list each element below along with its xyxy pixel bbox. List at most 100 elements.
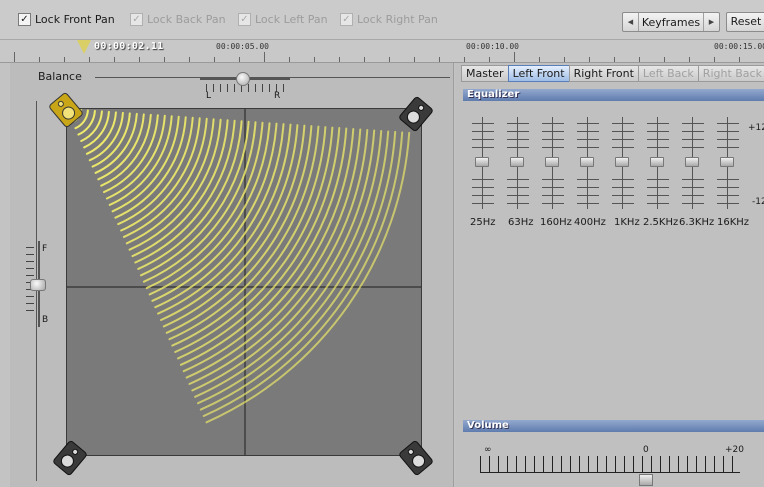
ruler-tick [89,57,90,62]
surround-field[interactable] [66,108,422,456]
ruler-tick [239,57,240,62]
eq-grid-line [542,147,564,148]
tab-left-front[interactable]: Left Front [507,65,570,82]
lock-left-pan-label: Lock Left Pan [255,13,328,26]
front-back-slider[interactable]: F B [26,241,56,331]
back-right-speaker-icon[interactable] [398,440,434,476]
eq-grid-line [647,147,669,148]
lock-back-pan-label: Lock Back Pan [147,13,226,26]
ruler-label-10s: 00:00:10.00 [466,42,519,51]
lock-front-pan-checkbox[interactable]: ✓ Lock Front Pan [18,13,115,26]
eq-band-slider[interactable] [647,117,669,209]
reset-button[interactable]: Reset [726,12,764,32]
lock-left-pan-checkbox[interactable]: ✓ Lock Left Pan [238,13,328,26]
ruler-tick [264,52,265,62]
tab-master[interactable]: Master [461,65,509,82]
ruler-tick [589,57,590,62]
balance-thumb[interactable] [236,72,250,86]
eq-band-label: 1KHz [614,217,640,228]
ruler-tick [14,52,15,62]
sound-wave-arcs [71,109,411,424]
tab-right-front[interactable]: Right Front [568,65,639,82]
volume-header: Volume [463,420,764,432]
eq-grid-line [682,131,704,132]
eq-band-slider[interactable] [542,117,564,209]
keyframes-label[interactable]: Keyframes [639,16,703,29]
equalizer-header: Equalizer [463,89,764,101]
eq-band-thumb[interactable] [650,157,664,167]
eq-scale-bottom: -12 [752,197,764,207]
eq-band-slider[interactable] [472,117,494,209]
ruler-tick [289,57,290,62]
timeline-ruler[interactable]: 00:00:05.00 00:00:10.00 00:00:15.00 00:0… [0,40,764,63]
sound-wave-arc [134,119,236,264]
eq-grid-line [647,179,669,180]
eq-grid-line [612,179,634,180]
eq-band-thumb[interactable] [545,157,559,167]
ruler-tick [514,52,515,62]
eq-band-slider[interactable] [717,117,739,209]
eq-grid-line [577,203,599,204]
ruler-tick [464,57,465,62]
front-label: F [42,244,48,254]
eq-band-thumb[interactable] [510,157,524,167]
ruler-label-5s: 00:00:05.00 [216,42,269,51]
surround-field-graphic [67,109,421,455]
toolbar: ✓ Lock Front Pan ✓ Lock Back Pan ✓ Lock … [0,0,764,40]
volume-slider[interactable]: ∞ 0 +20 [472,441,764,487]
back-label: B [42,315,49,325]
eq-band-slider[interactable] [507,117,529,209]
eq-grid-line [717,123,739,124]
eq-grid-line [717,131,739,132]
eq-band-label: 400Hz [574,217,606,228]
checkmark-icon: ✓ [130,13,143,26]
eq-grid-line [717,203,739,204]
tab-left-back[interactable]: Left Back [637,65,699,82]
eq-grid-line [542,195,564,196]
lock-right-pan-checkbox[interactable]: ✓ Lock Right Pan [340,13,438,26]
eq-grid-line [507,203,529,204]
eq-band-slider[interactable] [612,117,634,209]
eq-grid-line [647,203,669,204]
eq-band-slider[interactable] [682,117,704,209]
front-left-speaker-icon[interactable] [48,92,84,128]
front-right-speaker-icon[interactable] [398,96,434,132]
eq-grid-line [472,131,494,132]
playhead-marker[interactable] [77,40,91,54]
checkmark-icon: ✓ [18,13,31,26]
next-keyframe-button[interactable]: ▶ [703,13,719,31]
eq-grid-line [507,187,529,188]
balance-slider[interactable]: L R [200,70,290,101]
eq-band-thumb[interactable] [720,157,734,167]
ruler-tick [139,57,140,62]
eq-band-thumb[interactable] [475,157,489,167]
ruler-tick [414,57,415,62]
eq-band-thumb[interactable] [685,157,699,167]
ruler-tick [689,57,690,62]
equalizer: 25Hz 63Hz 160Hz 400Hz 1KHz 2.5KHz 6.3KHz 16KHz … [470,117,764,228]
lock-back-pan-checkbox[interactable]: ✓ Lock Back Pan [130,13,226,26]
eq-grid-line [542,187,564,188]
eq-grid-line [472,179,494,180]
previous-keyframe-button[interactable]: ◀ [623,13,639,31]
tab-right-back[interactable]: Right Back [697,65,764,82]
sound-wave-arc [100,113,152,187]
eq-grid-line [682,139,704,140]
eq-band-label: 6.3KHz [679,217,715,228]
eq-grid-line [472,195,494,196]
front-back-thumb[interactable] [30,279,46,291]
eq-grid-line [542,131,564,132]
eq-grid-line [682,203,704,204]
ruler-tick [714,57,715,62]
eq-band-thumb[interactable] [580,157,594,167]
eq-band-slider[interactable] [577,117,599,209]
eq-grid-line [612,203,634,204]
balance-right-label: R [274,91,281,101]
back-left-speaker-icon[interactable] [52,440,88,476]
volume-thumb[interactable] [639,474,653,486]
ruler-tick [114,57,115,62]
channel-tabs: Master Left Front Right Front Left Back … [461,65,764,82]
sound-wave-arc [91,112,131,168]
eq-band-thumb[interactable] [615,157,629,167]
eq-grid-line [472,123,494,124]
